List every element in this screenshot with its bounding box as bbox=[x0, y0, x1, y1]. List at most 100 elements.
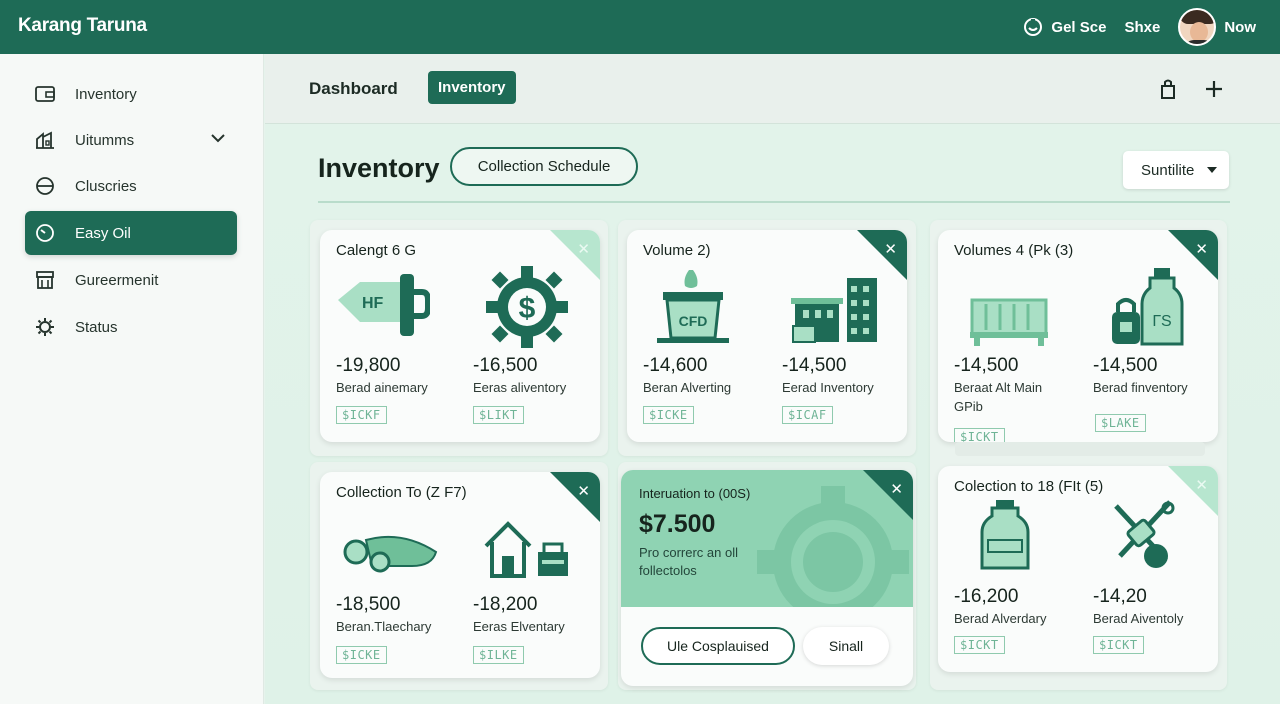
collection-summary-card: ✕ Interuation to (00S) $7.500 Pro correr… bbox=[621, 470, 913, 686]
close-icon[interactable]: ✕ bbox=[577, 240, 590, 258]
card-tag: $ICKT bbox=[954, 636, 1005, 654]
card-corner bbox=[857, 230, 907, 280]
top-link-label: Gel Sce bbox=[1051, 18, 1107, 36]
card-label: Berad ainemary bbox=[336, 380, 428, 395]
close-icon[interactable]: ✕ bbox=[884, 240, 897, 258]
shield-smile-icon bbox=[1024, 18, 1043, 36]
sidebar-item-easy-oil[interactable]: Easy Oil bbox=[25, 211, 237, 255]
hero-title: Interuation to (00S) bbox=[639, 486, 751, 501]
sidebar-item-status[interactable]: Status bbox=[25, 305, 237, 349]
fuel-pump-illustration: HF bbox=[338, 274, 430, 336]
sidebar-item-label: Gureermenit bbox=[75, 271, 159, 289]
close-icon[interactable]: ✕ bbox=[890, 480, 903, 498]
sidebar-item-cluscries[interactable]: Cluscries bbox=[25, 164, 237, 208]
card-value: -18,500 bbox=[336, 594, 401, 615]
avatar bbox=[1178, 8, 1217, 46]
card-title: Colection to 18 (FIt (5) bbox=[954, 478, 1104, 495]
inventory-card: Volume 2) ✕ CFD -14,600 Beran Alverting … bbox=[627, 230, 907, 442]
top-actions: Gel Sce Shxe Now bbox=[1023, 8, 1256, 46]
card-title: Calengt 6 G bbox=[336, 242, 417, 259]
card-value: -19,800 bbox=[336, 355, 401, 376]
card-title: Collection To (Z F7) bbox=[336, 484, 467, 501]
divider bbox=[318, 201, 1230, 203]
gear-icon bbox=[35, 317, 55, 337]
gauge-icon bbox=[35, 223, 55, 243]
sidebar-item-label: Easy Oil bbox=[75, 224, 131, 242]
inventory-card: Volumes 4 (Pk (3) ✕ ГS -14,500 Beraat Al… bbox=[938, 230, 1218, 442]
building-icon bbox=[35, 130, 55, 150]
card-corner bbox=[863, 470, 913, 520]
top-bar: Karang Taruna Gel Sce Shxe Now bbox=[0, 0, 1280, 54]
card-value: -16,200 bbox=[954, 586, 1019, 607]
inventory-card: Calengt 6 G ✕ HF $ -19,800 Berad ainemar… bbox=[320, 230, 600, 442]
tab-inventory[interactable]: Inventory bbox=[428, 71, 516, 104]
sidebar-item-inventory[interactable]: Inventory bbox=[25, 72, 237, 116]
page-title: Inventory bbox=[318, 153, 440, 183]
hero-amount: $7.500 bbox=[639, 510, 716, 538]
user-menu[interactable]: Now bbox=[1178, 8, 1256, 46]
close-icon[interactable]: ✕ bbox=[1195, 476, 1208, 494]
card-tag: $ICKF bbox=[336, 406, 387, 424]
sidebar: Inventory Uitumms Cluscries Easy Oil Gur… bbox=[0, 54, 264, 704]
card-label: Eerad Inventory bbox=[782, 380, 874, 395]
sidebar-item-label: Status bbox=[75, 318, 118, 336]
close-icon[interactable]: ✕ bbox=[577, 482, 590, 500]
hero-description: Pro correrc an oll follectolos bbox=[639, 545, 738, 578]
card-badge: HF bbox=[362, 295, 384, 312]
card-tag: $ICAF bbox=[782, 406, 833, 424]
house-icon bbox=[484, 521, 568, 578]
wallet-icon bbox=[35, 84, 55, 104]
top-link-shxe[interactable]: Shxe bbox=[1124, 19, 1160, 36]
sub-header: Dashboard Inventory bbox=[265, 54, 1280, 124]
filter-select-value: Suntilite bbox=[1141, 161, 1195, 179]
globe-icon bbox=[35, 176, 55, 196]
card-tag: $ICKT bbox=[1093, 636, 1144, 654]
card-value: -14,500 bbox=[1093, 355, 1158, 376]
card-title: Volume 2) bbox=[643, 242, 711, 259]
scroll-shadow bbox=[955, 442, 1205, 456]
card-tag: $ILKE bbox=[473, 646, 524, 664]
oil-bottle-illustration bbox=[980, 500, 1030, 570]
crate-illustration bbox=[970, 298, 1048, 346]
card-label: Beran Alverting bbox=[643, 380, 732, 395]
store-icon bbox=[35, 270, 55, 290]
collection-schedule-button[interactable]: Collection Schedule bbox=[450, 147, 638, 186]
sidebar-item-label: Cluscries bbox=[75, 177, 137, 195]
user-menu-label: Now bbox=[1224, 18, 1256, 36]
card-value: -18,200 bbox=[473, 594, 538, 615]
dollar-gear-icon: $ bbox=[486, 266, 568, 348]
card-label: Berad Alverdary bbox=[954, 611, 1047, 626]
card-value: -16,500 bbox=[473, 355, 538, 376]
oil-container-illustration: CFD bbox=[657, 270, 729, 343]
truck-illustration bbox=[343, 535, 438, 573]
card-label: Eeras Elventary bbox=[473, 619, 565, 634]
card-badge: CFD bbox=[679, 313, 708, 329]
main-content: Inventory Collection Schedule Suntilite … bbox=[265, 124, 1280, 704]
primary-action-button[interactable]: Ule Cosplauised bbox=[641, 627, 795, 665]
chevron-down-icon[interactable] bbox=[211, 130, 225, 147]
sidebar-item-uitumms[interactable]: Uitumms bbox=[25, 118, 237, 162]
card-value: -14,20 bbox=[1093, 586, 1147, 607]
close-icon[interactable]: ✕ bbox=[1195, 240, 1208, 258]
jerrycan-bottle-illustration: ГS bbox=[1112, 268, 1184, 346]
caret-down-icon bbox=[1207, 167, 1217, 173]
plus-icon[interactable] bbox=[1203, 78, 1225, 100]
card-badge: ГS bbox=[1152, 313, 1171, 330]
card-tag: $ICKE bbox=[336, 646, 387, 664]
sidebar-item-gureermenit[interactable]: Gureermenit bbox=[25, 258, 237, 302]
tab-dashboard[interactable]: Dashboard bbox=[309, 79, 398, 99]
filter-select[interactable]: Suntilite bbox=[1123, 151, 1229, 189]
card-value: -14,500 bbox=[954, 355, 1019, 376]
bag-icon[interactable] bbox=[1157, 78, 1179, 100]
card-corner bbox=[550, 472, 600, 522]
card-value: -14,500 bbox=[782, 355, 847, 376]
factory-icon bbox=[791, 278, 877, 343]
sidebar-item-label: Uitumms bbox=[75, 131, 135, 149]
app-title: Karang Taruna bbox=[18, 15, 147, 36]
inventory-card: Collection To (Z F7) ✕ -18,500 Beran.Tla… bbox=[320, 472, 600, 678]
hero-banner: ✕ Interuation to (00S) $7.500 Pro correr… bbox=[621, 470, 913, 607]
secondary-action-button[interactable]: Sinall bbox=[803, 627, 889, 665]
card-tag: $ICKT bbox=[954, 428, 1005, 442]
top-link-gel-sce[interactable]: Gel Sce bbox=[1023, 17, 1106, 37]
sidebar-item-label: Inventory bbox=[75, 85, 137, 103]
